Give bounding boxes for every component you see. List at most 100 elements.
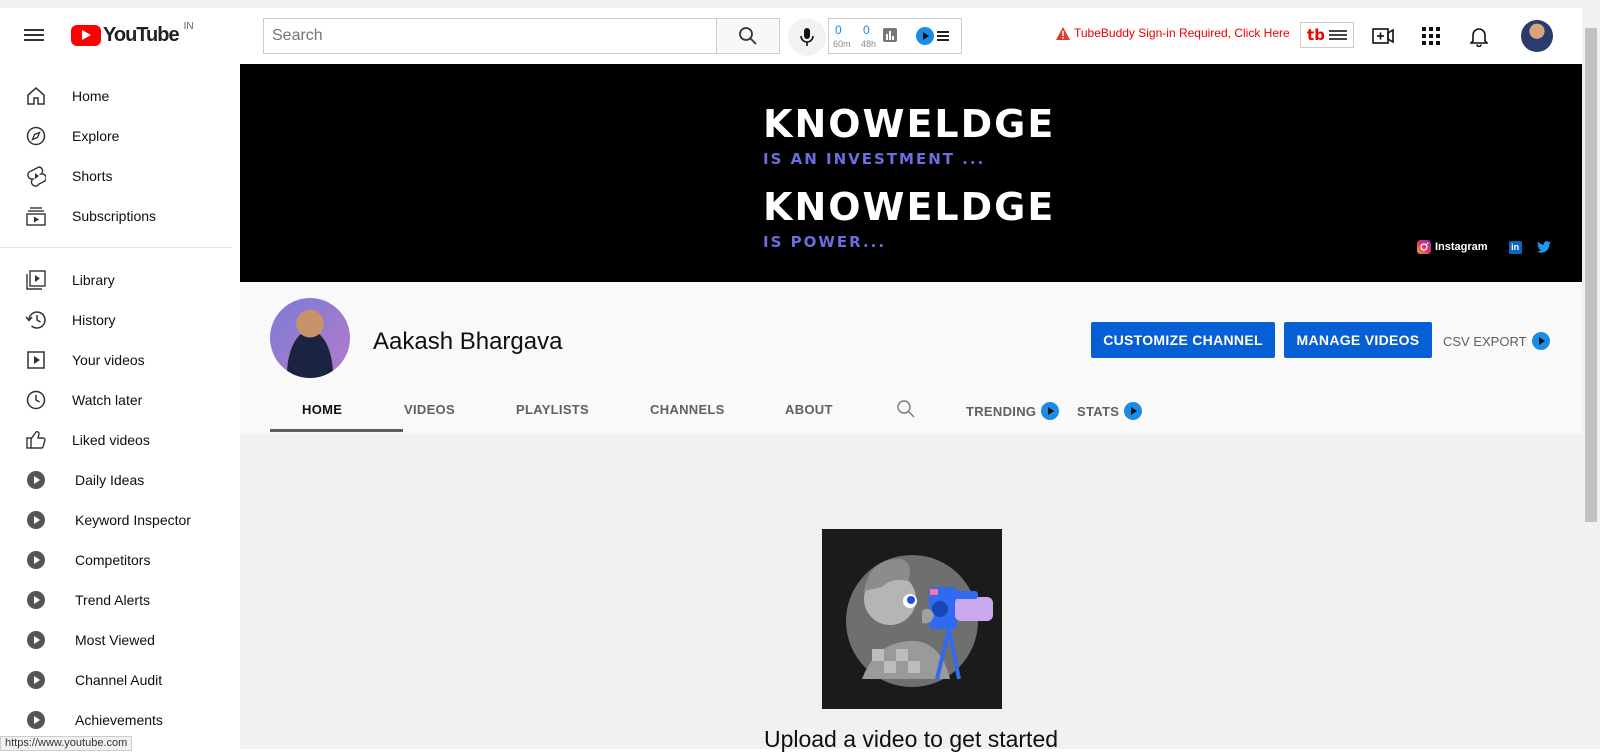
- manage-videos-button[interactable]: MANAGE VIDEOS: [1284, 322, 1432, 358]
- tubebuddy-icon[interactable]: [916, 27, 934, 45]
- tubebuddy-icon: [1124, 402, 1143, 420]
- tab-stats-label: STATS: [1077, 403, 1120, 419]
- customize-channel-button[interactable]: CUSTOMIZE CHANNEL: [1091, 322, 1275, 358]
- sidebar-item-label: History: [72, 312, 116, 328]
- voice-search-button[interactable]: [788, 18, 826, 56]
- search-icon: [739, 27, 757, 45]
- banner-subline-1: IS AN INVESTMENT ...: [763, 150, 986, 168]
- tab-playlists[interactable]: PLAYLISTS: [516, 402, 589, 417]
- clock-icon: [24, 388, 48, 412]
- menu-lines-icon[interactable]: [937, 30, 949, 42]
- tab-trending[interactable]: TRENDING: [966, 402, 1060, 420]
- logo-text: YouTube: [103, 24, 180, 46]
- sidebar-item-label: Home: [72, 88, 110, 104]
- youtube-play-icon: [71, 25, 101, 46]
- your-videos-icon: [24, 348, 48, 372]
- csv-export-button[interactable]: CSV EXPORT: [1443, 332, 1550, 350]
- tb-views-value: 0: [835, 23, 842, 37]
- tubebuddy-icon: [24, 508, 48, 532]
- banner-subline-2: IS POWER...: [763, 233, 887, 251]
- home-icon: [24, 84, 48, 108]
- tubebuddy-logo-icon: tb: [1307, 26, 1325, 44]
- tab-videos[interactable]: VIDEOS: [404, 402, 455, 417]
- tubebuddy-icon: [24, 548, 48, 572]
- tb-views-label: 60m: [833, 39, 851, 49]
- search-input[interactable]: [264, 19, 716, 53]
- apps-icon[interactable]: [1419, 24, 1443, 48]
- tab-home[interactable]: HOME: [302, 402, 342, 417]
- sidebar-item-label: Channel Audit: [75, 672, 163, 688]
- sidebar-item-label: Subscriptions: [72, 208, 157, 224]
- tubebuddy-icon: [1531, 332, 1550, 350]
- account-avatar[interactable]: [1521, 20, 1553, 52]
- tubebuddy-icon: [24, 468, 48, 492]
- tubebuddy-icon: [24, 708, 48, 732]
- sidebar-item-keyword-inspector[interactable]: Keyword Inspector: [0, 500, 232, 540]
- sidebar-item-label: Explore: [72, 128, 120, 144]
- upload-illustration: [822, 529, 1002, 709]
- sidebar-item-label: Watch later: [72, 392, 143, 408]
- linkedin-icon[interactable]: in: [1508, 240, 1522, 254]
- menu-icon[interactable]: [24, 26, 44, 46]
- sidebar-item-label: Competitors: [75, 552, 151, 568]
- tubebuddy-menu-button[interactable]: tb: [1300, 22, 1354, 48]
- active-tab-indicator: [270, 429, 403, 432]
- sidebar-item-label: Liked videos: [72, 432, 150, 448]
- sidebar-item-achievements[interactable]: Achievements: [0, 700, 232, 740]
- sidebar-item-home[interactable]: Home: [0, 76, 232, 116]
- sidebar-item-subscriptions[interactable]: Subscriptions: [0, 196, 232, 236]
- bell-icon[interactable]: [1467, 24, 1491, 48]
- sidebar-item-label: Your videos: [72, 352, 145, 368]
- csv-export-label: CSV EXPORT: [1443, 333, 1527, 349]
- tubebuddy-stats-widget[interactable]: 0 60m 0 48h: [828, 18, 962, 54]
- library-icon: [24, 268, 48, 292]
- banner-links: Instagram in: [1417, 240, 1551, 254]
- tubebuddy-icon: [24, 668, 48, 692]
- history-icon: [24, 308, 48, 332]
- sidebar-item-label: Keyword Inspector: [75, 512, 191, 528]
- sidebar-item-label: Achievements: [75, 712, 163, 728]
- tab-stats[interactable]: STATS: [1077, 402, 1143, 420]
- sidebar-item-daily-ideas[interactable]: Daily Ideas: [0, 460, 232, 500]
- tab-about[interactable]: ABOUT: [785, 402, 833, 417]
- tubebuddy-signin-warning[interactable]: TubeBuddy Sign-in Required, Click Here: [1056, 26, 1290, 40]
- page-scrollbar[interactable]: [1582, 8, 1600, 749]
- sidebar-item-most-viewed[interactable]: Most Viewed: [0, 620, 232, 660]
- sidebar-item-shorts[interactable]: Shorts: [0, 156, 232, 196]
- tab-channels[interactable]: CHANNELS: [650, 402, 725, 417]
- channel-header: Aakash Bhargava CUSTOMIZE CHANNEL MANAGE…: [240, 282, 1582, 434]
- region-code: IN: [183, 21, 194, 32]
- sidebar-item-label: Trend Alerts: [75, 592, 150, 608]
- sidebar-item-label: Library: [72, 272, 115, 288]
- tab-trending-label: TRENDING: [966, 403, 1037, 419]
- sidebar-divider: [0, 247, 232, 248]
- sidebar-item-history[interactable]: History: [0, 300, 232, 340]
- twitter-icon[interactable]: [1536, 241, 1551, 253]
- banner-headline-1: KNOWELDGE: [763, 102, 1056, 146]
- shorts-icon: [24, 164, 48, 188]
- channel-avatar[interactable]: [270, 298, 350, 378]
- sidebar-item-label: Shorts: [72, 168, 113, 184]
- bar-chart-icon[interactable]: [883, 28, 897, 42]
- sidebar-item-watch-later[interactable]: Watch later: [0, 380, 232, 420]
- sidebar-item-trend-alerts[interactable]: Trend Alerts: [0, 580, 232, 620]
- scrollbar-thumb[interactable]: [1585, 28, 1597, 522]
- search-box[interactable]: [263, 18, 717, 54]
- banner-headline-2: KNOWELDGE: [763, 185, 1056, 229]
- youtube-logo[interactable]: YouTube IN: [71, 21, 194, 47]
- sidebar-item-explore[interactable]: Explore: [0, 116, 232, 156]
- search-button[interactable]: [716, 18, 780, 54]
- sidebar-item-library[interactable]: Library: [0, 260, 232, 300]
- sidebar-item-label: Daily Ideas: [75, 472, 145, 488]
- create-icon[interactable]: [1371, 24, 1395, 48]
- tubebuddy-icon: [24, 588, 48, 612]
- channel-search-icon[interactable]: [896, 399, 915, 418]
- subscriptions-icon: [24, 204, 48, 228]
- sidebar-item-competitors[interactable]: Competitors: [0, 540, 232, 580]
- instagram-icon: [1417, 240, 1431, 254]
- masthead: YouTube IN 0 60m 0 48h TubeBuddy Sign-in…: [0, 8, 1582, 64]
- sidebar-item-liked-videos[interactable]: Liked videos: [0, 420, 232, 460]
- sidebar-item-your-videos[interactable]: Your videos: [0, 340, 232, 380]
- sidebar-item-channel-audit[interactable]: Channel Audit: [0, 660, 232, 700]
- instagram-link[interactable]: Instagram: [1417, 240, 1488, 254]
